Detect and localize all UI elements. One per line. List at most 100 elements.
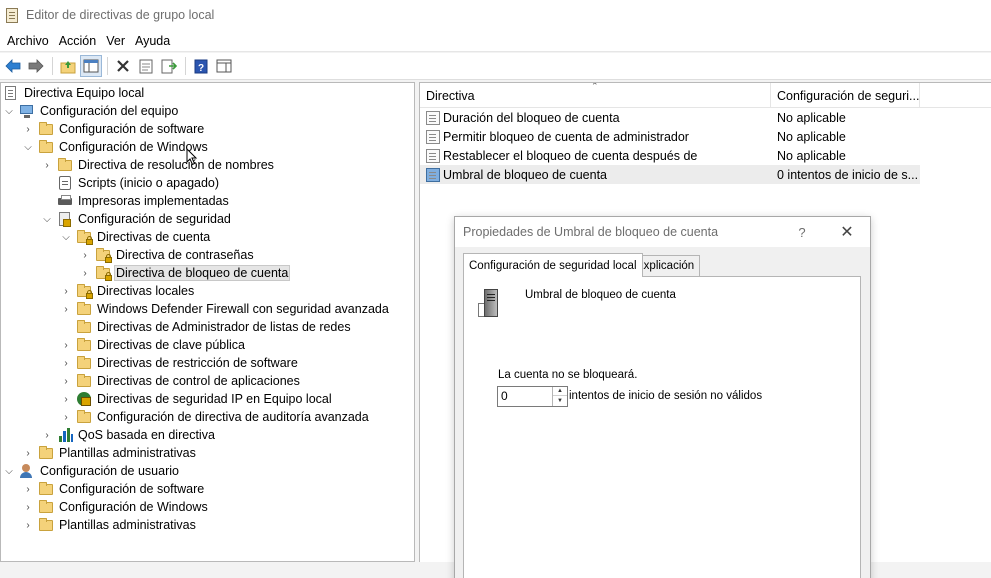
back-arrow-icon[interactable] — [2, 55, 24, 77]
policy-document-icon — [3, 85, 19, 101]
tab-panel: Umbral de bloqueo de cuenta La cuenta no… — [463, 276, 861, 578]
menu-bar: Archivo Acción Ver Ayuda — [0, 30, 991, 52]
chevron-right-icon[interactable]: › — [22, 480, 34, 498]
chevron-right-icon[interactable]: › — [60, 336, 72, 354]
list-item[interactable]: Permitir bloqueo de cuenta de administra… — [420, 127, 920, 146]
tree-item-uc-software[interactable]: › Configuración de software — [22, 480, 206, 498]
folder-icon — [76, 337, 92, 353]
threshold-spin-input[interactable]: 0 ▲ ▼ — [497, 386, 568, 407]
tree-item-scripts[interactable]: Scripts (inicio o apagado) — [41, 174, 221, 192]
chevron-right-icon[interactable]: › — [22, 498, 34, 516]
tree-item-cc-admin-templates[interactable]: › Plantillas administrativas — [22, 444, 198, 462]
tree-item-security-config[interactable]: ⌵ Configuración de seguridad — [41, 210, 233, 228]
tree-item-label: Configuración de software — [59, 122, 205, 136]
tree-item-label: Configuración de Windows — [59, 500, 208, 514]
chevron-right-icon[interactable]: › — [60, 300, 72, 318]
tree-item-user-config[interactable]: ⌵ Configuración de usuario — [3, 462, 181, 480]
forward-arrow-icon[interactable] — [25, 55, 47, 77]
threshold-value[interactable]: 0 — [501, 389, 508, 403]
tree-item-software-restriction[interactable]: › Directivas de restricción de software — [60, 354, 300, 372]
spin-down-icon[interactable]: ▼ — [553, 396, 567, 405]
chevron-down-icon[interactable]: ⌵ — [3, 102, 15, 120]
chevron-right-icon[interactable]: › — [79, 246, 91, 264]
show-hide-tree-icon[interactable] — [80, 55, 102, 77]
tree-item-public-key[interactable]: › Directivas de clave pública — [60, 336, 247, 354]
tree-item-name-resolution[interactable]: › Directiva de resolución de nombres — [41, 156, 276, 174]
gpedit-app-icon — [6, 7, 18, 23]
tree-item-label: Windows Defender Firewall con seguridad … — [97, 302, 389, 316]
menu-accion[interactable]: Acción — [54, 34, 102, 48]
menu-archivo[interactable]: Archivo — [2, 34, 54, 48]
tree-item-label: Configuración de usuario — [40, 464, 179, 478]
properties-icon[interactable] — [135, 55, 157, 77]
tree-item-qos[interactable]: › QoS basada en directiva — [41, 426, 217, 444]
folder-icon — [38, 517, 54, 533]
folder-icon — [76, 301, 92, 317]
chevron-right-icon[interactable]: › — [79, 264, 91, 282]
tab-local-security-setting[interactable]: Configuración de seguridad local — [463, 253, 643, 277]
close-icon[interactable]: ✕ — [835, 222, 859, 242]
tree-item-uc-windows[interactable]: › Configuración de Windows — [22, 498, 210, 516]
tree-item-label: Directivas locales — [97, 284, 195, 298]
tree-item-root[interactable]: Directiva Equipo local — [3, 84, 146, 102]
action-pane-icon[interactable] — [213, 55, 235, 77]
tree-item-app-control[interactable]: › Directivas de control de aplicaciones — [60, 372, 302, 390]
tree-item-network-list[interactable]: Directivas de Administrador de listas de… — [60, 318, 353, 336]
menu-ver[interactable]: Ver — [101, 34, 130, 48]
chevron-right-icon[interactable]: › — [60, 408, 72, 426]
tree-item-cc-software[interactable]: › Configuración de software — [22, 120, 206, 138]
tree-item-label: Plantillas administrativas — [59, 446, 196, 460]
spin-up-icon[interactable]: ▲ — [553, 387, 567, 396]
menu-ayuda[interactable]: Ayuda — [130, 34, 175, 48]
help-button[interactable]: ? — [792, 222, 812, 242]
tree-item-printers[interactable]: Impresoras implementadas — [41, 192, 231, 210]
chevron-right-icon[interactable]: › — [60, 372, 72, 390]
column-header-setting[interactable]: Configuración de seguri... — [771, 83, 920, 108]
folder-icon — [76, 409, 92, 425]
list-item[interactable]: Umbral de bloqueo de cuenta 0 intentos d… — [420, 165, 920, 184]
tree-item-uc-admin-templates[interactable]: › Plantillas administrativas — [22, 516, 198, 534]
delete-icon[interactable] — [112, 55, 134, 77]
tree-item-cc-windows[interactable]: ⌵ Configuración de Windows — [22, 138, 210, 156]
folder-icon — [38, 139, 54, 155]
tree-item-label: Directiva de contraseñas — [116, 248, 254, 262]
tree-item-password-policy[interactable]: › Directiva de contraseñas — [79, 246, 256, 264]
chevron-down-icon[interactable]: ⌵ — [41, 210, 53, 228]
chevron-right-icon[interactable]: › — [41, 426, 53, 444]
help-icon[interactable]: ? — [190, 55, 212, 77]
list-item[interactable]: Restablecer el bloqueo de cuenta después… — [420, 146, 920, 165]
chevron-down-icon[interactable]: ⌵ — [3, 462, 15, 480]
tree-item-account-policies[interactable]: ⌵ Directivas de cuenta — [60, 228, 212, 246]
tree-item-local-policies[interactable]: › Directivas locales — [60, 282, 196, 300]
chevron-right-icon[interactable]: › — [60, 282, 72, 300]
tree-item-audit-config[interactable]: › Configuración de directiva de auditorí… — [60, 408, 371, 426]
list-item[interactable]: Duración del bloqueo de cuenta No aplica… — [420, 108, 920, 127]
chevron-right-icon[interactable]: › — [41, 156, 53, 174]
bar-chart-icon — [57, 427, 73, 443]
policy-setting-icon — [426, 110, 440, 125]
tree-item-label: Directivas de seguridad IP en Equipo loc… — [97, 392, 332, 406]
chevron-right-icon[interactable]: › — [22, 516, 34, 534]
tree-item-computer-config[interactable]: ⌵ Configuración del equipo — [3, 102, 180, 120]
tree-item-label: Configuración de seguridad — [78, 212, 231, 226]
spin-buttons: ▲ ▼ — [552, 387, 567, 406]
chevron-down-icon[interactable]: ⌵ — [60, 228, 72, 246]
ipsec-icon — [76, 391, 92, 407]
mouse-cursor-icon — [186, 148, 198, 166]
tree-item-defender-firewall[interactable]: › Windows Defender Firewall con segurida… — [60, 300, 391, 318]
toolbar-separator — [52, 57, 53, 75]
chevron-down-icon[interactable]: ⌵ — [22, 138, 34, 156]
tree-item-label: Impresoras implementadas — [78, 194, 229, 208]
chevron-right-icon[interactable]: › — [60, 390, 72, 408]
export-list-icon[interactable] — [158, 55, 180, 77]
tree-item-lockout-policy[interactable]: › Directiva de bloqueo de cuenta — [79, 264, 291, 282]
locked-folder-icon — [95, 265, 112, 281]
tree-item-label: Plantillas administrativas — [59, 518, 196, 532]
policy-setting-icon — [426, 148, 440, 163]
tree-item-ipsec[interactable]: › Directivas de seguridad IP en Equipo l… — [60, 390, 334, 408]
chevron-right-icon[interactable]: › — [22, 120, 34, 138]
tree-item-label: Directivas de clave pública — [97, 338, 245, 352]
chevron-right-icon[interactable]: › — [22, 444, 34, 462]
chevron-right-icon[interactable]: › — [60, 354, 72, 372]
up-folder-icon[interactable] — [57, 55, 79, 77]
